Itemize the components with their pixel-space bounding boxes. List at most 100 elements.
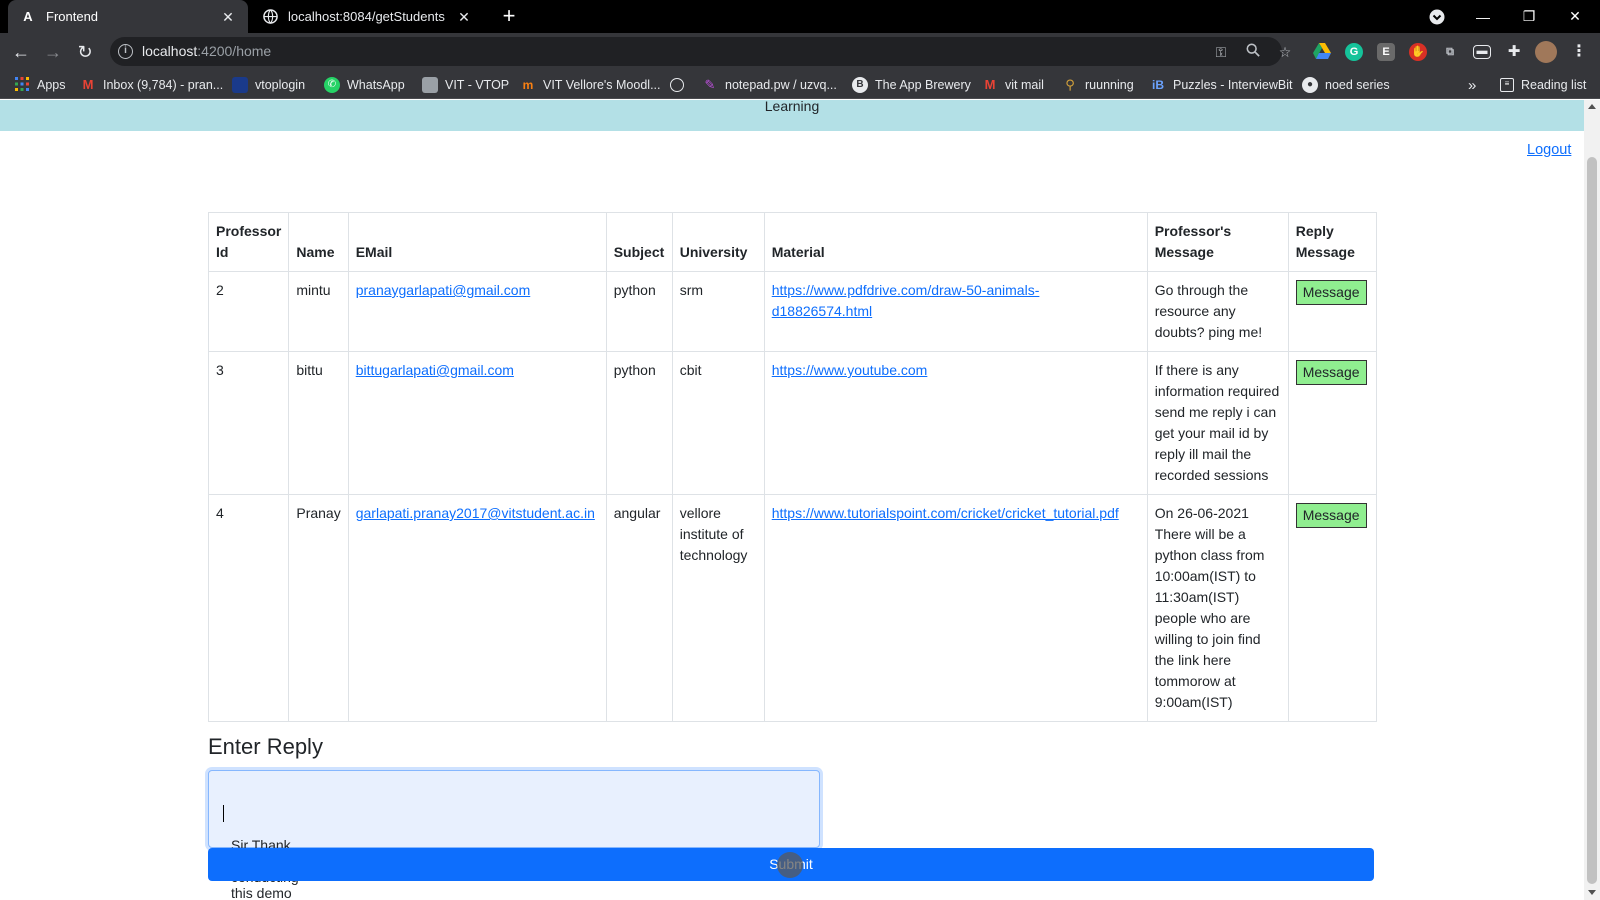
subject-cell: angular	[605, 494, 673, 722]
bookmark-vit-vtop[interactable]: VIT - VTOP	[422, 75, 509, 95]
mouse-cursor	[777, 852, 803, 878]
vtop-icon	[232, 77, 248, 93]
bookmark-site[interactable]	[670, 75, 691, 95]
tab-strip: A Frontend ✕ localhost:8084/getStudents …	[0, 0, 1600, 33]
bookmark-star-icon[interactable]: ☆	[1276, 43, 1294, 61]
tab-frontend[interactable]: A Frontend ✕	[8, 0, 248, 33]
table-row: 4 Pranay garlapati.pranay2017@vitstudent…	[207, 494, 1377, 722]
bookmark-label: vtoplogin	[255, 78, 306, 92]
material-cell: https://www.pdfdrive.com/draw-50-animals…	[763, 271, 1148, 352]
scroll-down-arrow-icon[interactable]	[1588, 890, 1596, 895]
restore-button[interactable]: ❐	[1506, 0, 1552, 33]
email-link[interactable]: garlapati.pranay2017@vitstudent.ac.in	[356, 505, 595, 521]
bookmark-inbox[interactable]: M Inbox (9,784) - pran...	[80, 75, 224, 95]
bookmark-label: Inbox (9,784) - pran...	[103, 78, 224, 92]
bookmark-vit-mail[interactable]: M vit mail	[982, 75, 1044, 95]
whatsapp-icon: ✆	[324, 77, 340, 93]
close-window-button[interactable]: ✕	[1552, 0, 1598, 33]
new-tab-button[interactable]: +	[498, 5, 520, 27]
bookmark-vtoplogin[interactable]: vtoplogin	[232, 75, 305, 95]
bookmark-notepad[interactable]: ✎ notepad.pw / uzvq...	[702, 75, 837, 95]
professor-messages-table: Professor Id Name EMail Subject Universi…	[207, 212, 1377, 722]
material-link[interactable]: https://www.youtube.com	[772, 362, 928, 378]
table-row: 3 bittu bittugarlapati@gmail.com python …	[207, 351, 1377, 495]
back-icon[interactable]: ←	[8, 39, 34, 65]
bookmark-app-brewery[interactable]: B The App Brewery	[852, 75, 971, 95]
enter-reply-heading: Enter Reply	[208, 734, 323, 759]
close-tab-icon[interactable]: ✕	[456, 9, 472, 25]
email-link[interactable]: pranaygarlapati@gmail.com	[356, 282, 531, 298]
reading-list-button[interactable]: ≡ Reading list	[1500, 75, 1586, 95]
bookmark-label: vit mail	[1005, 78, 1044, 92]
email-link[interactable]: bittugarlapati@gmail.com	[356, 362, 514, 378]
logout-link[interactable]: Logout	[1527, 142, 1571, 158]
professor-id-cell: 2	[207, 271, 290, 352]
chrome-menu-icon[interactable]: ⋮	[1570, 43, 1588, 61]
site-info-icon[interactable]: i	[118, 44, 133, 59]
column-header: Professor Id	[207, 212, 290, 272]
bookmark-label: WhatsApp	[347, 78, 405, 92]
reading-list-icon: ≡	[1500, 78, 1514, 92]
email-cell: pranaygarlapati@gmail.com	[347, 271, 607, 352]
bookmark-noed-series[interactable]: ● noed series	[1302, 75, 1390, 95]
column-header: Subject	[605, 212, 673, 272]
column-header: EMail	[347, 212, 607, 272]
profile-menu-icon[interactable]	[1414, 0, 1460, 33]
professor-id-cell: 4	[207, 494, 290, 722]
material-link[interactable]: https://www.tutorialspoint.com/cricket/c…	[772, 505, 1119, 521]
media-icon[interactable]: ▬	[1473, 45, 1491, 59]
column-header: Name	[288, 212, 349, 272]
globe-icon	[262, 9, 278, 25]
zoom-icon[interactable]	[1244, 43, 1262, 61]
extensions-puzzle-icon[interactable]: ✚	[1505, 43, 1523, 61]
professor-message-cell: If there is any information required sen…	[1146, 351, 1289, 495]
bookmark-apps[interactable]: Apps	[14, 75, 66, 95]
tab-get-students[interactable]: localhost:8084/getStudents ✕	[250, 0, 484, 33]
bookmark-moodle[interactable]: m VIT Vellore's Moodl...	[520, 75, 661, 95]
tab-title: localhost:8084/getStudents	[288, 9, 445, 24]
professor-message-cell: Go through the resource any doubts? ping…	[1146, 271, 1289, 352]
reply-cell: Message	[1287, 494, 1377, 722]
page-scrollbar[interactable]	[1584, 100, 1600, 900]
bookmark-label: Puzzles - InterviewBit	[1173, 78, 1293, 92]
text-caret	[223, 804, 224, 822]
google-drive-icon[interactable]	[1313, 43, 1331, 61]
message-button[interactable]: Message	[1295, 360, 1367, 385]
address-bar[interactable]: i localhost:4200/home ⚿ ☆	[110, 37, 1291, 66]
bookmark-ruunning[interactable]: ⚲ ruunning	[1062, 75, 1134, 95]
material-cell: https://www.tutorialspoint.com/cricket/c…	[763, 494, 1148, 722]
reply-cell: Message	[1287, 351, 1377, 495]
header-banner: Learning	[0, 100, 1584, 131]
bookmark-label: notepad.pw / uzvq...	[725, 78, 837, 92]
bookmark-whatsapp[interactable]: ✆ WhatsApp	[324, 75, 405, 95]
reply-input[interactable]: Sir Thank you for conducting this demo	[208, 770, 820, 900]
bookmark-label: VIT - VTOP	[445, 78, 510, 92]
message-button[interactable]: Message	[1295, 280, 1367, 305]
interviewbit-icon: iB	[1152, 78, 1164, 92]
column-header: Professor's Message	[1146, 212, 1289, 272]
adblock-icon[interactable]: ✋	[1409, 43, 1427, 61]
name-cell: bittu	[288, 351, 349, 495]
bookmark-interviewbit[interactable]: iB Puzzles - InterviewBit	[1150, 75, 1292, 95]
message-button[interactable]: Message	[1295, 503, 1367, 528]
clipboard-icon[interactable]: ⧉	[1441, 43, 1459, 61]
angular-icon: A	[23, 9, 33, 24]
bookmark-label: Apps	[37, 78, 66, 92]
moodle-icon: m	[522, 78, 534, 92]
email-cell: bittugarlapati@gmail.com	[347, 351, 607, 495]
reload-icon[interactable]: ↻	[72, 39, 98, 65]
university-cell: srm	[671, 271, 765, 352]
scrollbar-thumb[interactable]	[1587, 157, 1597, 884]
avatar[interactable]	[1535, 41, 1557, 63]
key-icon[interactable]: ⚿	[1212, 43, 1230, 61]
material-link[interactable]: https://www.pdfdrive.com/draw-50-animals…	[772, 282, 1040, 319]
university-cell: cbit	[671, 351, 765, 495]
scroll-up-arrow-icon[interactable]	[1588, 104, 1596, 109]
more-bookmarks-icon[interactable]: »	[1468, 75, 1476, 95]
forward-icon[interactable]: →	[40, 39, 66, 65]
extension-e-icon[interactable]: E	[1377, 43, 1395, 61]
bookmark-label: ruunning	[1085, 78, 1134, 92]
close-tab-icon[interactable]: ✕	[220, 9, 236, 25]
grammarly-icon[interactable]: G	[1345, 43, 1363, 61]
minimize-button[interactable]: —	[1460, 0, 1506, 33]
